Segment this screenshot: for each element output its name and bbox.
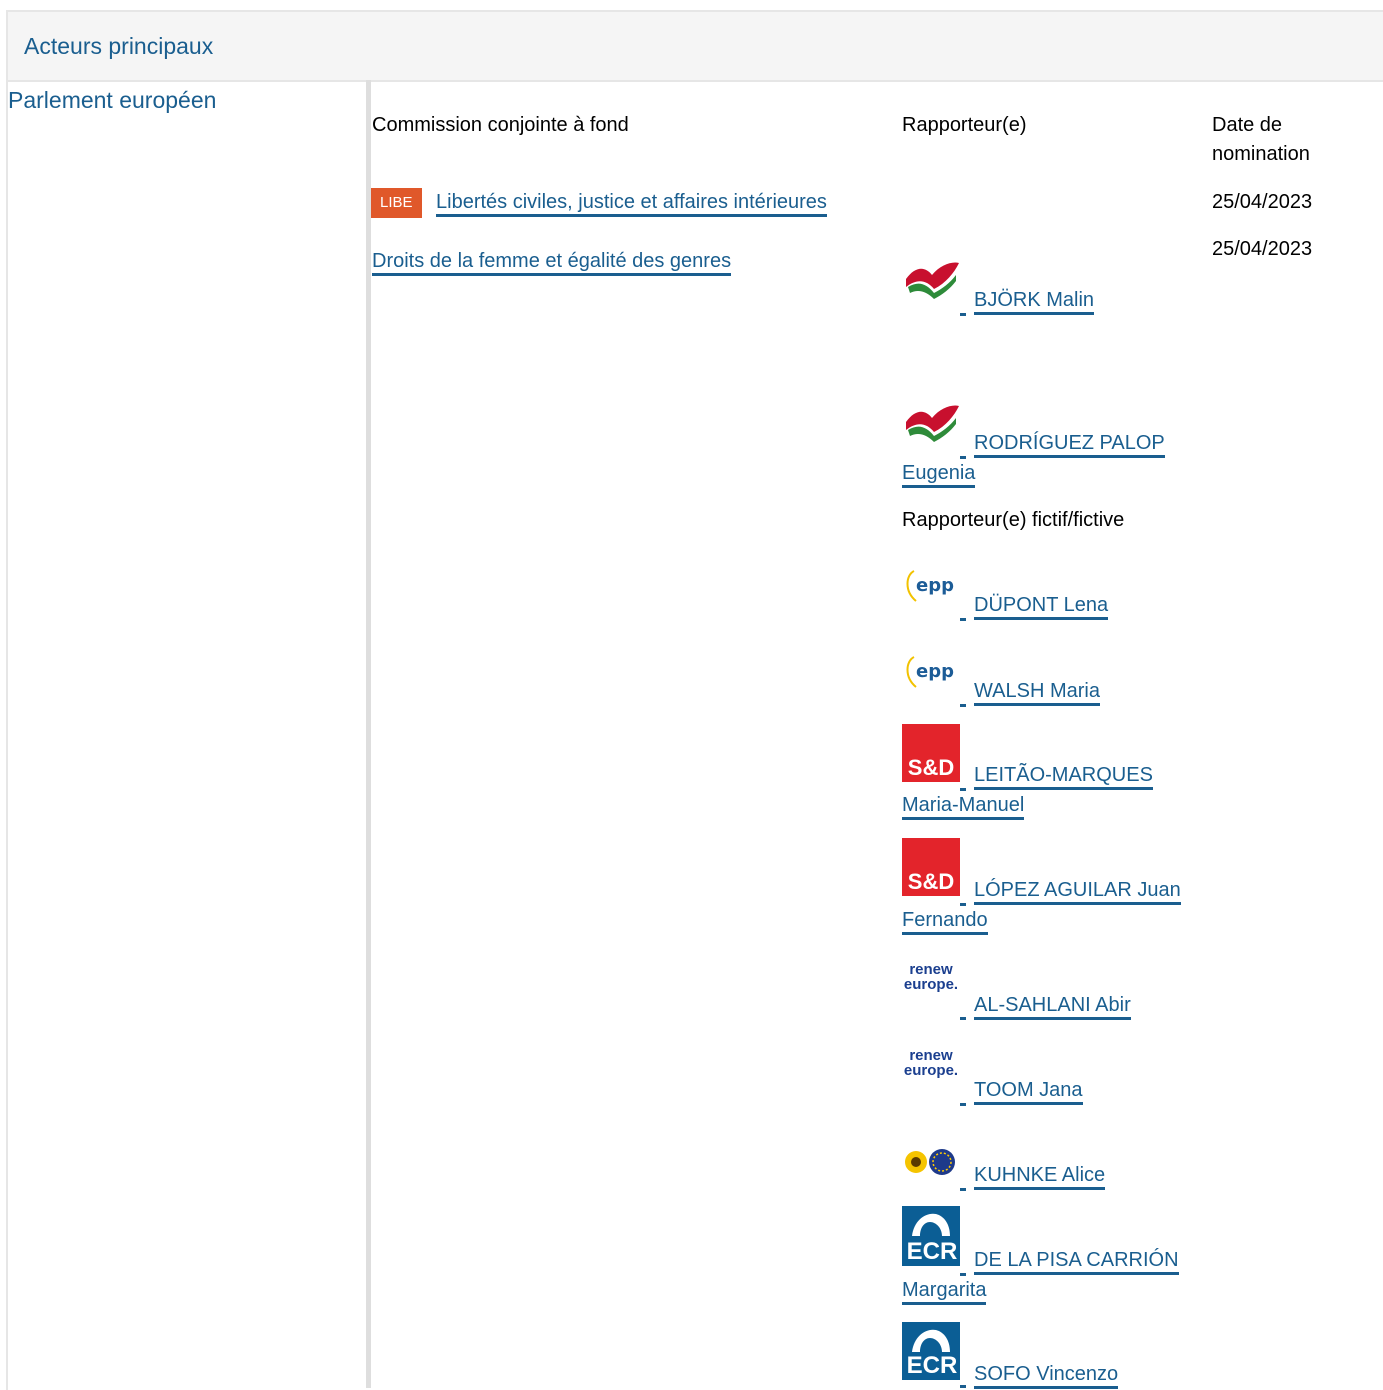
committee-link-femm[interactable]: Droits de la femme et égalité des genres [372,246,732,276]
column-header-date: Date de nomination [1212,114,1310,165]
sd-logo-icon: S&D [902,838,960,896]
page-title: Acteurs principaux [24,33,214,59]
epp-logo-icon: epp [906,570,954,602]
shadow-link[interactable]: LÓPEZ AGUILAR Juan [974,875,1181,905]
section-header [8,12,1383,82]
shadow-link[interactable]: DÜPONT Lena [974,590,1109,620]
ecr-logo-icon: ECR [902,1206,960,1266]
svg-text:epp: epp [916,575,954,596]
committee-date-femm: 25/04/2023 [1212,238,1313,260]
shadow-link-cont[interactable]: Margarita [902,1275,987,1305]
rapporteur-link-cont[interactable]: Eugenia [902,458,976,488]
institution-label: Parlement européen [8,87,217,113]
rapporteur-link[interactable]: BJÖRK Malin [974,285,1095,315]
column-header-committee: Commission conjointe à fond [372,114,629,136]
shadow-rapporteur-label: Rapporteur(e) fictif/fictive [902,509,1125,531]
sd-logo-icon: S&D [902,724,960,782]
gue-ngl-flag-icon [906,262,959,299]
rapporteur-link[interactable]: RODRÍGUEZ PALOP [974,428,1165,458]
shadow-link[interactable]: WALSH Maria [974,676,1100,706]
shadow-link[interactable]: AL-SAHLANI Abir [974,990,1131,1020]
shadow-link[interactable]: SOFO Vincenzo [974,1359,1119,1389]
svg-text:epp: epp [916,661,954,682]
page-frame [6,10,1383,1390]
shadow-link-cont[interactable]: Maria-Manuel [902,790,1025,820]
committee-badge-libe: LIBE [371,188,422,218]
epp-logo-icon: epp [906,656,954,688]
renew-logo-icon: renew europe. [903,961,959,993]
renew-logo-icon: renew europe. [903,1047,959,1079]
ecr-logo-icon: ECR [902,1322,960,1380]
shadow-link[interactable]: KUHNKE Alice [974,1160,1106,1190]
shadow-link[interactable]: DE LA PISA CARRIÓN [974,1245,1179,1275]
column-divider [366,80,371,1388]
shadow-link-cont[interactable]: Fernando [902,905,988,935]
gue-ngl-flag-icon [906,405,959,442]
shadow-link[interactable]: TOOM Jana [974,1075,1083,1105]
committee-date-libe: 25/04/2023 [1212,191,1313,213]
committee-link-libe[interactable]: Libertés civiles, justice et affaires in… [436,187,827,217]
shadow-link[interactable]: LEITÃO-MARQUES [974,760,1153,790]
greens-efa-logo-icon [905,1149,955,1175]
column-header-rapporteur: Rapporteur(e) [902,114,1027,136]
